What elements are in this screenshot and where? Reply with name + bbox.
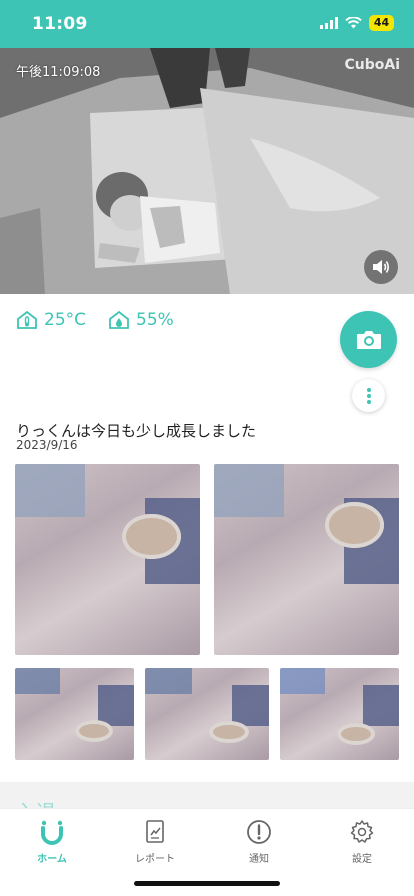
camera-timestamp: 午後11:09:08 [16,65,101,80]
growth-date: 2023/9/16 [16,438,78,452]
tab-label: レポート [135,854,175,865]
growth-photo[interactable] [145,668,269,760]
camera-icon [356,330,381,349]
tab-report[interactable]: レポート [110,819,200,865]
tab-settings[interactable]: 設定 [317,819,407,865]
report-icon [146,820,164,843]
speaker-button[interactable] [364,250,398,284]
environment-readings: 25°C 55% [16,310,174,330]
notification-icon [247,820,271,844]
battery-indicator: 44 [369,15,394,31]
temperature-reading: 25°C [16,310,86,330]
tab-label: 設定 [352,854,372,865]
home-humidity-icon [109,310,129,329]
home-temperature-icon [17,310,37,329]
tab-notifications[interactable]: 通知 [214,819,304,865]
growth-photo[interactable] [280,668,399,760]
camera-brand-logo: CuboAi [344,57,400,73]
growth-photo[interactable] [15,668,134,760]
home-screen: 11:09 44 午後11:09:08 CuboAi 25°C 55% りっくん… [0,0,414,896]
status-icons: 44 [320,15,394,31]
home-icon [41,820,63,845]
status-time: 11:09 [32,14,88,34]
vertical-dots-icon [366,387,371,404]
camera-scene [0,48,414,294]
home-indicator[interactable] [134,881,280,886]
settings-icon [350,820,374,843]
camera-live-view[interactable]: 午後11:09:08 CuboAi [0,48,414,294]
snapshot-button[interactable] [340,311,397,368]
more-options-button[interactable] [352,379,385,412]
humidity-reading: 55% [108,310,174,330]
cellular-signal-icon [320,17,338,29]
speaker-icon [373,260,390,274]
tab-home[interactable]: ホーム [7,819,97,865]
growth-photo[interactable] [214,464,399,655]
tab-label: ホーム [37,854,67,865]
growth-photo[interactable] [15,464,200,655]
section-divider [0,782,414,808]
tab-label: 通知 [249,854,269,865]
status-bar: 11:09 44 [0,0,414,48]
temperature-value: 25°C [44,310,87,330]
wifi-icon [345,17,362,29]
humidity-value: 55% [136,310,174,330]
